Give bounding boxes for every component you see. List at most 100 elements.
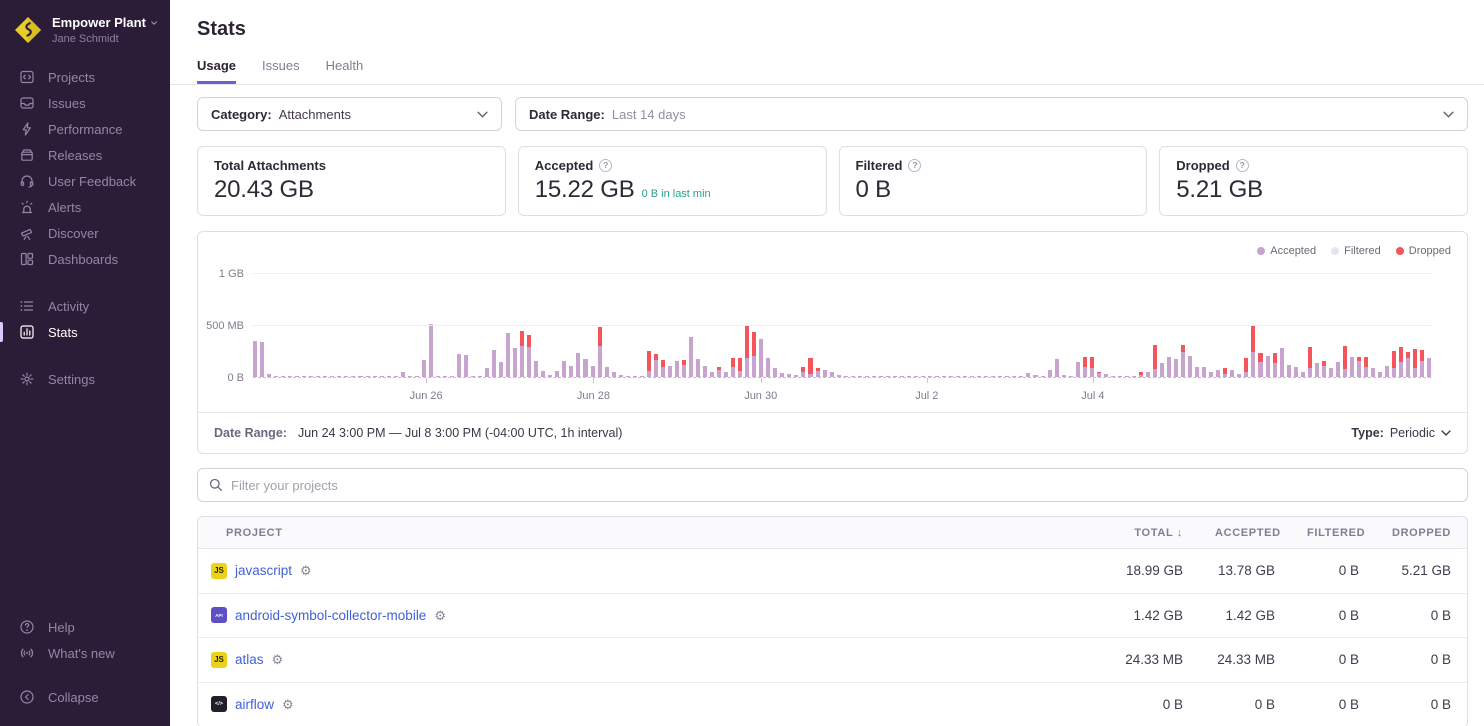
tab-issues[interactable]: Issues: [262, 58, 300, 84]
chart-type-select[interactable]: Type: Periodic: [1351, 426, 1451, 440]
sidebar-item-what-s-new[interactable]: What's new: [0, 640, 170, 666]
project-settings-gear-icon[interactable]: ⚙: [282, 698, 294, 711]
sidebar-item-alerts[interactable]: Alerts: [0, 194, 170, 220]
project-settings-gear-icon[interactable]: ⚙: [272, 653, 284, 666]
chart-bar-accepted: [823, 370, 827, 377]
chart-bar: [717, 367, 721, 377]
info-icon[interactable]: ?: [599, 159, 612, 172]
column-header-filtered[interactable]: FILTERED: [1291, 527, 1375, 539]
sidebar-item-user-feedback[interactable]: User Feedback: [0, 168, 170, 194]
chart-bar-accepted: [429, 324, 433, 377]
chart-footer: Date Range: Jun 24 3:00 PM — Jul 8 3:00 …: [198, 412, 1467, 453]
legend-item-accepted[interactable]: Accepted: [1257, 245, 1316, 257]
chart-bar: [1188, 356, 1192, 377]
chart-bar-accepted: [682, 365, 686, 377]
tab-usage[interactable]: Usage: [197, 58, 236, 84]
chart-bar: [1280, 348, 1284, 377]
project-link[interactable]: airflow: [235, 697, 274, 712]
chart-bar-accepted: [865, 376, 869, 377]
column-header-project[interactable]: PROJECT: [198, 527, 1089, 539]
chart-bar: [288, 376, 292, 377]
chart-bar: [696, 359, 700, 377]
chart-bar: [569, 366, 573, 377]
info-icon[interactable]: ?: [1236, 159, 1249, 172]
chart-bar: [921, 376, 925, 377]
chart-bar: [900, 376, 904, 377]
chart-bar: [443, 376, 447, 377]
chart-bar: [260, 342, 264, 377]
sidebar-item-dashboards[interactable]: Dashboards: [0, 246, 170, 272]
search-input[interactable]: [231, 478, 1456, 493]
chart-bar: [1083, 357, 1087, 377]
legend-item-dropped[interactable]: Dropped: [1396, 245, 1451, 257]
chart-bar: [316, 376, 320, 377]
org-name[interactable]: Empower Plant: [52, 15, 157, 30]
performance-icon: [18, 121, 35, 137]
sidebar-item-projects[interactable]: Projects: [0, 64, 170, 90]
chart-bar-accepted: [485, 368, 489, 377]
project-link[interactable]: android-symbol-collector-mobile: [235, 608, 426, 623]
chart-bar-accepted: [1174, 359, 1178, 377]
org-switcher[interactable]: Empower Plant Jane Schmidt: [0, 13, 170, 45]
sidebar-item-stats[interactable]: Stats: [0, 319, 170, 345]
stat-card-value: 5.21 GB: [1176, 176, 1263, 204]
chart-bar-dropped: [1244, 358, 1248, 372]
project-settings-gear-icon[interactable]: ⚙: [300, 564, 312, 577]
chart-bar-accepted: [366, 376, 370, 377]
chart-bar-accepted: [555, 371, 559, 377]
nav-group-main: ProjectsIssuesPerformanceReleases User Fe…: [0, 64, 170, 272]
chart-bar-accepted: [1146, 372, 1150, 377]
chart-bar-accepted: [281, 376, 285, 377]
sidebar-item-settings[interactable]: Settings: [0, 366, 170, 392]
chart-bar: [337, 376, 341, 377]
sentry-logo-icon[interactable]: [13, 15, 43, 45]
project-settings-gear-icon[interactable]: ⚙: [434, 609, 446, 622]
chart-bar: [879, 376, 883, 377]
tab-health[interactable]: Health: [326, 58, 364, 84]
chart-bar: [654, 354, 658, 377]
chart-bar-accepted: [801, 372, 805, 377]
chart-bar: [731, 358, 735, 377]
chart-bar: [816, 368, 820, 377]
category-select[interactable]: Category: Attachments: [197, 97, 502, 131]
sidebar-item-performance[interactable]: Performance: [0, 116, 170, 142]
chart-bar: [738, 358, 742, 377]
stat-card-value-row: 5.21 GB: [1176, 176, 1451, 204]
sidebar-item-activity[interactable]: Activity: [0, 293, 170, 319]
chart-xtick-mark: [593, 378, 594, 383]
column-header-total[interactable]: TOTAL ↓: [1089, 527, 1199, 539]
chart-bar-dropped: [1181, 345, 1185, 352]
sidebar-item-help[interactable]: Help: [0, 614, 170, 640]
sidebar-item-label: User Feedback: [48, 174, 136, 189]
project-link[interactable]: atlas: [235, 652, 264, 667]
chart-bar: [682, 360, 686, 377]
sidebar-footer: HelpWhat's new Collapse: [0, 614, 170, 710]
chart-bar-accepted: [1139, 375, 1143, 377]
stat-card-title: Filtered: [856, 158, 903, 173]
chart-bar-accepted: [337, 376, 341, 377]
project-link[interactable]: javascript: [235, 563, 292, 578]
daterange-select[interactable]: Date Range: Last 14 days: [515, 97, 1468, 131]
legend-item-filtered[interactable]: Filtered: [1331, 245, 1381, 257]
chart-bar-accepted: [984, 376, 988, 377]
chart-gridline: [253, 325, 1431, 326]
chart-bar-accepted: [1273, 363, 1277, 377]
sidebar-item-releases[interactable]: Releases: [0, 142, 170, 168]
chart-bar-accepted: [710, 372, 714, 377]
chart-bar-accepted: [745, 358, 749, 377]
table-row: </>airflow⚙0 B0 B0 B0 B: [198, 683, 1467, 726]
stat-card-subvalue: 0 B in last min: [642, 188, 711, 200]
chart-bar: [1076, 362, 1080, 377]
nav-group-footer: HelpWhat's new: [0, 614, 170, 666]
chart-xtick-mark: [927, 378, 928, 383]
column-header-dropped[interactable]: DROPPED: [1375, 527, 1467, 539]
chart-bar: [351, 376, 355, 377]
info-icon[interactable]: ?: [908, 159, 921, 172]
sidebar-item-collapse[interactable]: Collapse: [0, 684, 170, 710]
chart-bar-accepted: [703, 366, 707, 377]
sidebar-item-discover[interactable]: Discover: [0, 220, 170, 246]
column-header-accepted[interactable]: ACCEPTED: [1199, 527, 1291, 539]
chart-bar-accepted: [1294, 367, 1298, 377]
sidebar-item-issues[interactable]: Issues: [0, 90, 170, 116]
dashboards-icon: [18, 251, 35, 267]
